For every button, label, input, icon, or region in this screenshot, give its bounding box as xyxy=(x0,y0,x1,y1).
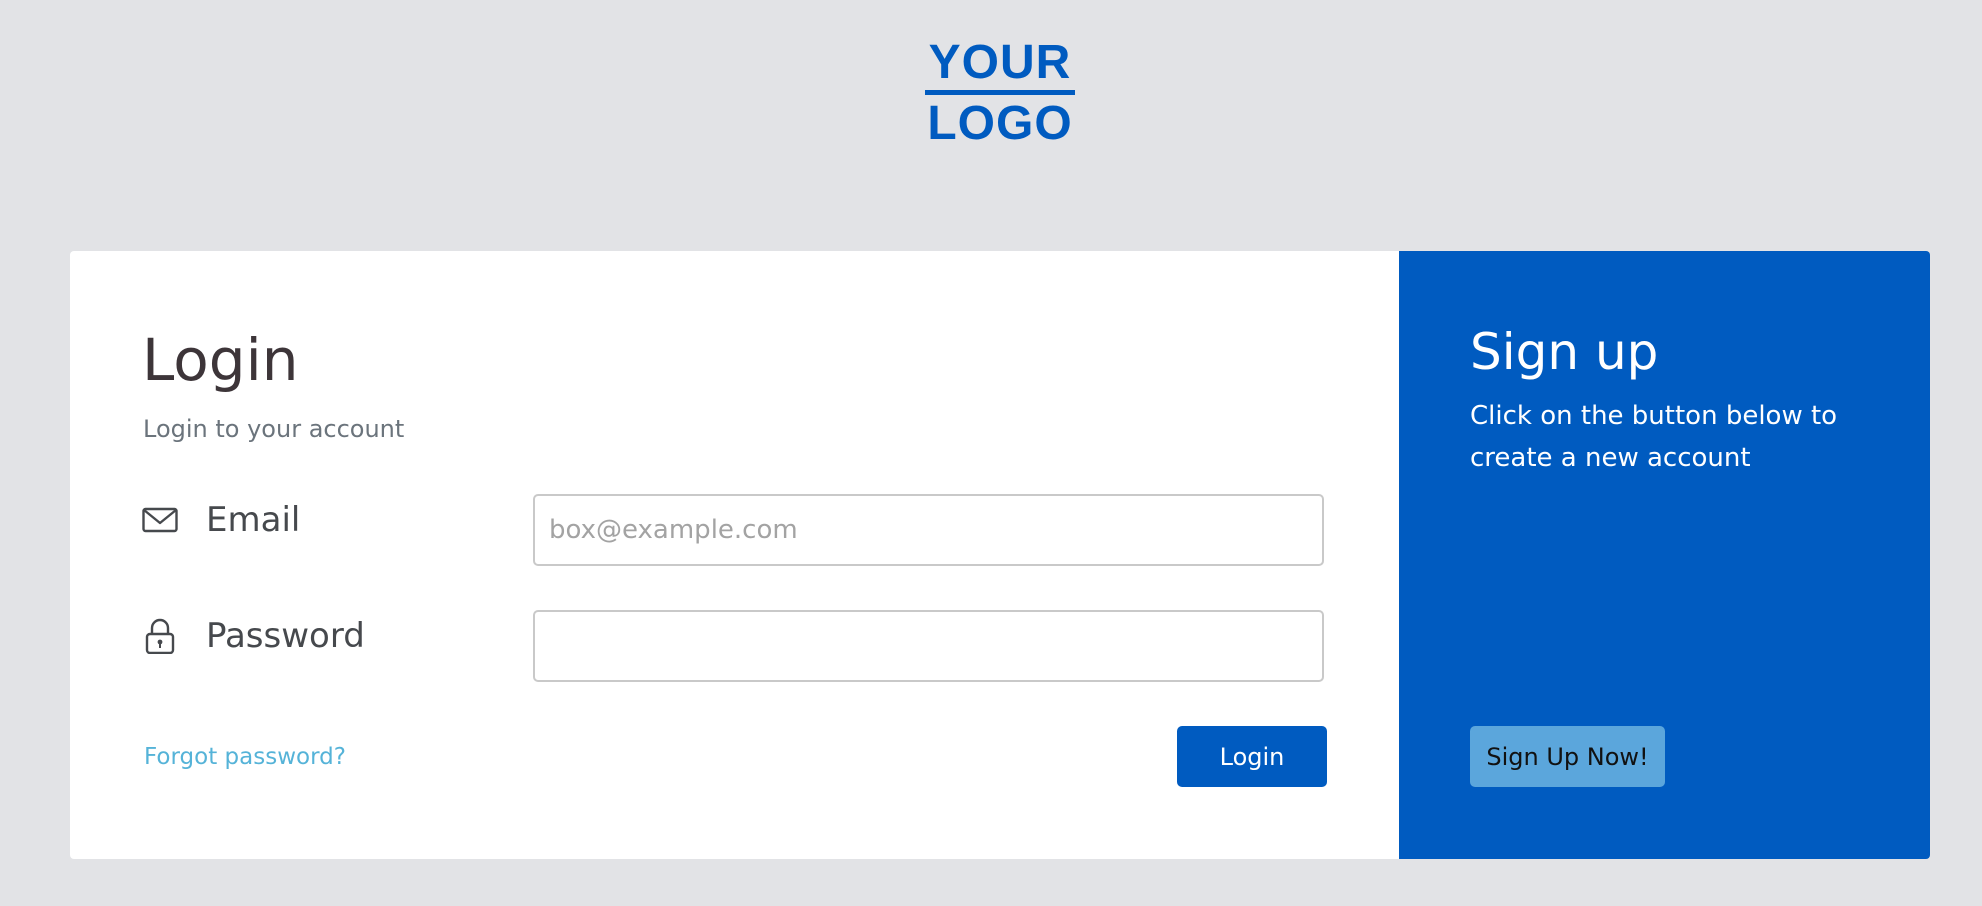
login-button[interactable]: Login xyxy=(1177,726,1327,787)
logo-divider xyxy=(925,90,1075,95)
envelope-icon xyxy=(142,502,178,538)
logo-line-1: YOUR xyxy=(928,36,1072,89)
lock-icon xyxy=(142,618,178,655)
password-label: Password xyxy=(142,611,365,661)
email-label-text: Email xyxy=(206,500,301,540)
signup-description: Click on the button below to create a ne… xyxy=(1470,401,1838,473)
signup-panel: Sign up Click on the button below to cre… xyxy=(1399,251,1930,859)
forgot-password-link[interactable]: Forgot password? xyxy=(144,741,346,773)
password-field[interactable] xyxy=(533,610,1324,682)
signup-title: Sign up xyxy=(1470,323,1659,381)
signup-button[interactable]: Sign Up Now! xyxy=(1470,726,1665,787)
auth-card: Login Login to your account Email box@ex… xyxy=(70,251,1930,859)
email-field[interactable] xyxy=(533,494,1324,566)
logo-line-2: LOGO xyxy=(927,97,1073,150)
login-panel: Login Login to your account Email box@ex… xyxy=(70,251,1399,859)
password-label-text: Password xyxy=(206,616,365,656)
login-subtitle: Login to your account xyxy=(143,415,405,443)
login-title: Login xyxy=(142,326,299,394)
logo: YOUR LOGO xyxy=(923,36,1077,150)
email-label: Email xyxy=(142,495,300,545)
